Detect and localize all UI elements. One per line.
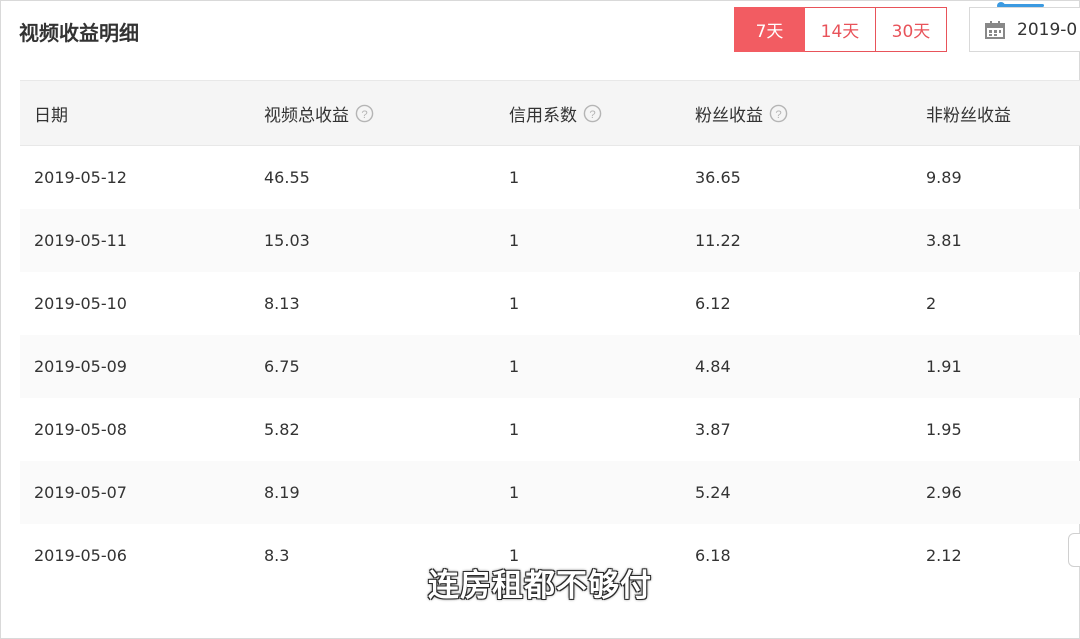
- cell-fans-income: 11.22: [695, 230, 741, 250]
- cell-total-income: 5.82: [264, 419, 300, 439]
- income-table: 日期 视频总收益? 信用系数? 粉丝收益? 非粉丝收益 2019-05-12 4…: [20, 80, 1080, 587]
- help-icon[interactable]: ?: [769, 104, 788, 123]
- help-icon[interactable]: ?: [583, 104, 602, 123]
- cell-nonfans-income: 3.81: [926, 230, 962, 250]
- cell-date: 2019-05-09: [34, 356, 127, 376]
- cell-nonfans-income: 2.96: [926, 482, 962, 502]
- range-30-days-button[interactable]: 30天: [876, 7, 947, 52]
- range-14-days-button[interactable]: 14天: [805, 7, 876, 52]
- cell-credit: 1: [509, 419, 520, 439]
- svg-text:?: ?: [775, 108, 781, 120]
- help-icon[interactable]: ?: [355, 104, 374, 123]
- cell-credit: 1: [509, 356, 520, 376]
- cell-credit: 1: [509, 482, 520, 502]
- svg-text:?: ?: [589, 108, 595, 120]
- cell-nonfans-income: 1.95: [926, 419, 962, 439]
- cell-total-income: 46.55: [264, 167, 310, 187]
- cell-date: 2019-05-10: [34, 293, 127, 313]
- header-total-income: 视频总收益?: [264, 81, 509, 146]
- cell-date: 2019-05-12: [34, 167, 127, 187]
- video-subtitle: 连房租都不够付: [428, 568, 652, 604]
- cell-nonfans-income: 2: [926, 293, 937, 313]
- table-row: 2019-05-08 5.82 1 3.87 1.95: [20, 398, 1080, 461]
- cell-total-income: 8.13: [264, 293, 300, 313]
- svg-text:?: ?: [361, 108, 367, 120]
- cell-nonfans-income: 9.89: [926, 167, 962, 187]
- table-row: 2019-05-12 46.55 1 36.65 9.89: [20, 146, 1080, 209]
- header-credit-coefficient: 信用系数?: [509, 81, 695, 146]
- cell-fans-income: 4.84: [695, 356, 731, 376]
- cell-date: 2019-05-07: [34, 482, 127, 502]
- cell-credit: 1: [509, 230, 520, 250]
- cell-total-income: 15.03: [264, 230, 310, 250]
- table-row: 2019-05-09 6.75 1 4.84 1.91: [20, 334, 1080, 398]
- page-title: 视频收益明细: [19, 21, 139, 45]
- cell-date: 2019-05-11: [34, 230, 127, 250]
- cell-total-income: 8.19: [264, 482, 300, 502]
- table-row: 2019-05-07 8.19 1 5.24 2.96: [20, 460, 1080, 524]
- cell-nonfans-income: 1.91: [926, 356, 962, 376]
- header-fans-income: 粉丝收益?: [695, 81, 926, 146]
- table-row: 2019-05-11 15.03 1 11.22 3.81: [20, 208, 1080, 272]
- table-body: 2019-05-12 46.55 1 36.65 9.89 2019-05-11…: [20, 146, 1080, 587]
- date-range-selector: 7天 14天 30天: [734, 7, 947, 52]
- cell-fans-income: 3.87: [695, 419, 731, 439]
- header-date: 日期: [34, 105, 68, 126]
- range-7-days-button[interactable]: 7天: [734, 7, 805, 52]
- cell-fans-income: 36.65: [695, 167, 741, 187]
- cell-credit: 1: [509, 167, 520, 187]
- cell-date: 2019-05-08: [34, 419, 127, 439]
- cell-credit: 1: [509, 293, 520, 313]
- cell-fans-income: 5.24: [695, 482, 731, 502]
- table-header: 日期 视频总收益? 信用系数? 粉丝收益? 非粉丝收益: [20, 80, 1080, 146]
- cell-total-income: 6.75: [264, 356, 300, 376]
- header-nonfans-income: 非粉丝收益: [926, 105, 1011, 126]
- date-picker-value: 2019-0: [1017, 19, 1078, 40]
- calendar-icon: [985, 20, 1005, 39]
- table-row: 2019-05-10 8.13 1 6.12 2: [20, 272, 1080, 335]
- date-picker[interactable]: 2019-0: [969, 7, 1080, 52]
- cell-fans-income: 6.12: [695, 293, 731, 313]
